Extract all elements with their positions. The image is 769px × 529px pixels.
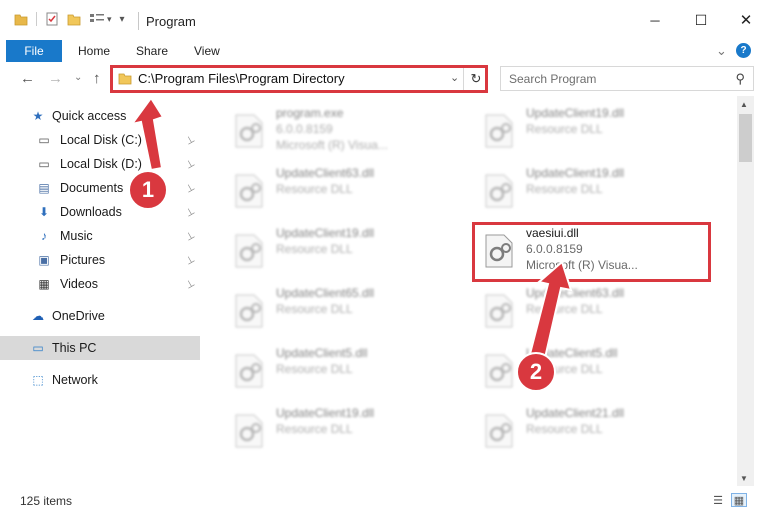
arrow-1 <box>129 96 165 172</box>
step-badge-1: 1 <box>128 170 168 210</box>
annotation-overlay <box>129 96 573 360</box>
step-badge-2: 2 <box>516 352 556 392</box>
arrow-2 <box>528 260 573 360</box>
